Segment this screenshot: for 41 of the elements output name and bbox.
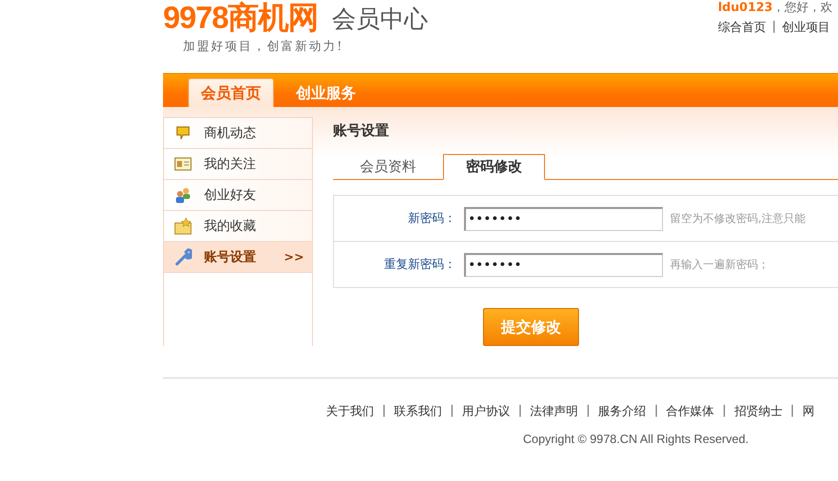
copyright: Copyright © 9978.CN All Rights Reserved. bbox=[523, 432, 750, 446]
separator: | bbox=[518, 403, 522, 419]
separator: | bbox=[586, 403, 590, 419]
sidebar-item[interactable]: 我的关注 bbox=[164, 149, 312, 180]
field-hint: 留空为不修改密码,注意只能 bbox=[670, 211, 806, 226]
sidebar-item[interactable]: 创业好友 bbox=[164, 180, 312, 211]
password-field[interactable]: ••••••• bbox=[464, 252, 663, 276]
field-label: 新密码： bbox=[407, 210, 457, 227]
field-label: 重复新密码： bbox=[383, 256, 457, 273]
top-link[interactable]: 创业项目 bbox=[782, 19, 830, 36]
sidebar-item[interactable]: 账号设置 >> bbox=[164, 242, 312, 273]
id-card-icon bbox=[174, 157, 192, 171]
footer-link[interactable]: 招贤纳士 bbox=[734, 403, 782, 420]
tab[interactable]: 会员资料 bbox=[333, 155, 443, 179]
footer-link[interactable]: 联系我们 bbox=[394, 403, 442, 420]
section-title: 会员中心 bbox=[332, 4, 428, 35]
top-link[interactable]: 综合首页 bbox=[718, 19, 766, 36]
footer-link[interactable]: 用户协议 bbox=[462, 403, 510, 420]
separator: | bbox=[654, 403, 658, 419]
field-hint: 再输入一遍新密码； bbox=[670, 257, 769, 272]
tab[interactable]: 密码修改 bbox=[443, 154, 545, 180]
footer-link[interactable]: 关于我们 bbox=[326, 403, 374, 420]
greeting: ，您好，欢 bbox=[772, 0, 833, 14]
separator: | bbox=[450, 403, 454, 419]
slogan: 加盟好项目，创富新动力! bbox=[183, 38, 345, 55]
footer-link[interactable]: 合作媒体 bbox=[666, 403, 714, 420]
footer-link[interactable]: 服务介绍 bbox=[598, 403, 646, 420]
sidebar-item[interactable]: 商机动态 bbox=[164, 118, 312, 149]
wrench-icon bbox=[174, 248, 192, 266]
separator: | bbox=[382, 403, 386, 419]
folder-star-icon bbox=[174, 217, 192, 235]
footer-link[interactable]: 网 bbox=[802, 403, 814, 420]
separator: | bbox=[722, 403, 726, 419]
password-field[interactable]: ••••••• bbox=[464, 206, 663, 230]
separator: | bbox=[790, 403, 794, 419]
footer-link[interactable]: 法律声明 bbox=[530, 403, 578, 420]
panel-title: 账号设置 bbox=[333, 122, 390, 140]
people-icon bbox=[174, 186, 192, 204]
speech-bubble-icon bbox=[174, 125, 192, 141]
sidebar-item[interactable]: 我的收藏 bbox=[164, 211, 312, 242]
separator: | bbox=[772, 19, 776, 35]
